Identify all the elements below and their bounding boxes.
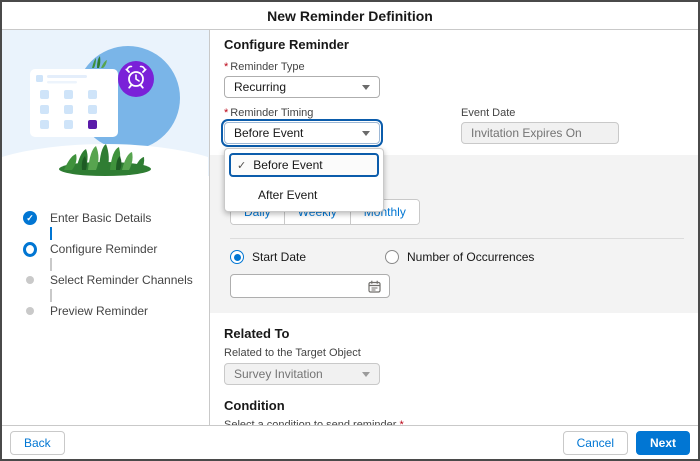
chevron-down-icon	[362, 85, 370, 90]
number-of-occurrences-radio-label: Number of Occurrences	[407, 250, 534, 264]
section-title-related-to: Related To	[224, 326, 690, 341]
reminder-timing-select[interactable]: Before Event	[224, 122, 380, 144]
related-to-label: Related to the Target Object	[224, 347, 690, 359]
calendar-icon[interactable]	[368, 280, 381, 293]
reminder-type-select[interactable]: Recurring	[224, 76, 380, 98]
stepper-connector	[50, 289, 52, 302]
stepper-connector	[50, 227, 52, 240]
next-button[interactable]: Next	[636, 431, 690, 455]
required-asterisk: *	[400, 419, 404, 425]
step-upcoming-icon	[26, 307, 34, 315]
modal-footer: Back Cancel Next	[2, 425, 698, 459]
condition-label: Select a condition to send reminder *	[224, 419, 690, 425]
progress-stepper: ✓ Enter Basic Details Configure Reminder…	[2, 176, 209, 319]
left-panel: ✓ Enter Basic Details Configure Reminder…	[2, 30, 210, 425]
related-to-value: Survey Invitation	[234, 367, 323, 381]
section-title-configure-reminder: Configure Reminder	[224, 37, 690, 52]
chevron-down-icon	[362, 372, 370, 377]
reminder-timing-field: *Reminder Timing Before Event ✓ Before E…	[224, 107, 380, 144]
modal-header: New Reminder Definition	[2, 2, 698, 30]
reminder-type-value: Recurring	[234, 80, 286, 94]
dropdown-option-after-event[interactable]: After Event	[225, 181, 383, 206]
new-reminder-definition-modal: New Reminder Definition	[0, 0, 700, 461]
stepper-connector	[50, 258, 52, 271]
reminder-illustration	[2, 30, 209, 176]
event-date-field: Event Date Invitation Expires On	[461, 107, 619, 144]
event-date-input: Invitation Expires On	[461, 122, 619, 144]
reminder-timing-value: Before Event	[234, 126, 303, 140]
divider	[230, 238, 684, 239]
alarm-clock-icon	[118, 61, 154, 97]
stepper-item-select-reminder-channels: Select Reminder Channels	[23, 272, 209, 288]
required-asterisk: *	[224, 61, 228, 73]
start-date-input[interactable]	[230, 274, 390, 298]
condition-section: Condition Select a condition to send rem…	[224, 398, 690, 425]
dropdown-option-before-event[interactable]: ✓ Before Event	[229, 153, 379, 177]
stepper-item-preview-reminder: Preview Reminder	[23, 303, 209, 319]
related-to-section: Related To Related to the Target Object …	[224, 326, 690, 385]
radio-unselected-icon	[385, 250, 399, 264]
related-to-select: Survey Invitation	[224, 363, 380, 385]
chevron-down-icon	[362, 131, 370, 136]
reminder-timing-dropdown-menu: ✓ Before Event After Event	[224, 148, 384, 212]
required-asterisk: *	[224, 107, 228, 119]
check-icon: ✓	[237, 159, 246, 172]
stepper-item-enter-basic-details: ✓ Enter Basic Details	[23, 210, 209, 226]
step-label: Configure Reminder	[50, 242, 157, 256]
event-date-label: Event Date	[461, 107, 619, 119]
start-date-radio[interactable]: Start Date	[230, 250, 385, 264]
stepper-item-configure-reminder: Configure Reminder	[23, 241, 209, 257]
step-completed-check-icon: ✓	[23, 211, 37, 225]
back-button[interactable]: Back	[10, 431, 65, 455]
section-title-condition: Condition	[224, 398, 690, 413]
radio-selected-icon	[230, 250, 244, 264]
event-date-value: Invitation Expires On	[471, 126, 582, 140]
step-label: Enter Basic Details	[50, 211, 151, 225]
cancel-button[interactable]: Cancel	[563, 431, 628, 455]
start-date-radio-label: Start Date	[252, 250, 306, 264]
calendar-alarm-illustration-image	[2, 30, 208, 176]
reminder-timing-label: *Reminder Timing	[224, 107, 380, 119]
configure-reminder-panel: Configure Reminder *Reminder Type Recurr…	[210, 30, 698, 425]
step-label: Preview Reminder	[50, 304, 148, 318]
step-upcoming-icon	[26, 276, 34, 284]
step-current-icon	[23, 242, 37, 257]
reminder-type-label: *Reminder Type	[224, 61, 690, 73]
number-of-occurrences-radio[interactable]: Number of Occurrences	[385, 250, 534, 264]
step-label: Select Reminder Channels	[50, 273, 193, 287]
page-title: New Reminder Definition	[267, 8, 433, 24]
